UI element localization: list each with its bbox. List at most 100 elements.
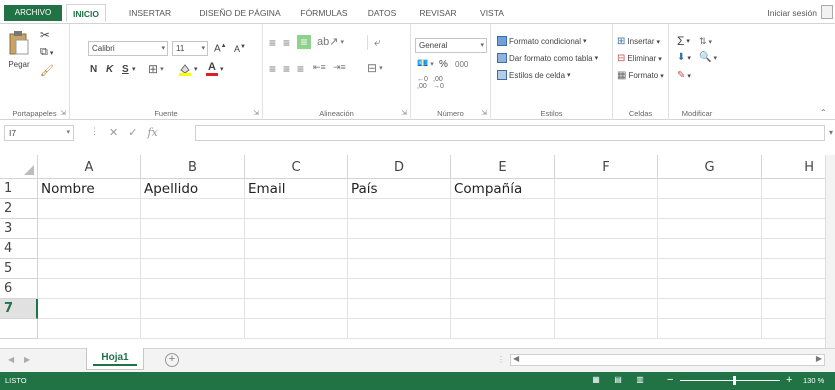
row-header-6[interactable]: 6: [0, 279, 38, 299]
format-as-table-button[interactable]: Dar formato como tabla ▾: [497, 53, 598, 63]
cell-a7[interactable]: [38, 299, 141, 319]
fill-button[interactable]: ⬇ ▾: [677, 52, 691, 63]
cell-e1[interactable]: Compañía: [451, 179, 555, 199]
cell-a8[interactable]: [38, 319, 141, 339]
column-header-f[interactable]: F: [555, 155, 658, 179]
cell-g4[interactable]: [658, 239, 762, 259]
cell-c6[interactable]: [245, 279, 348, 299]
sort-filter-button[interactable]: ⇅ ▾: [699, 36, 712, 47]
cell-d1[interactable]: País: [348, 179, 451, 199]
cell-e3[interactable]: [451, 219, 555, 239]
add-sheet-button[interactable]: +: [165, 353, 179, 367]
cell-b4[interactable]: [141, 239, 245, 259]
vertical-scrollbar[interactable]: [825, 155, 835, 348]
thousands-button[interactable]: 000: [455, 60, 468, 69]
cell-d5[interactable]: [348, 259, 451, 279]
cut-button[interactable]: ✂: [40, 28, 50, 42]
cell-c7[interactable]: [245, 299, 348, 319]
underline-button[interactable]: S: [122, 64, 129, 75]
column-header-g[interactable]: G: [658, 155, 762, 179]
cell-a6[interactable]: [38, 279, 141, 299]
tab-view[interactable]: VISTA: [472, 4, 512, 22]
percent-button[interactable]: %: [439, 59, 448, 70]
row-header-7[interactable]: 7: [0, 299, 38, 319]
zoom-in-button[interactable]: +: [786, 374, 792, 386]
sheet-tab-hoja1[interactable]: Hoja1: [86, 348, 144, 370]
insert-function-icon[interactable]: fx: [147, 126, 157, 139]
align-top-button[interactable]: ≡: [269, 36, 276, 50]
enter-icon[interactable]: ✓: [128, 126, 137, 139]
cell-e8[interactable]: [451, 319, 555, 339]
column-header-a[interactable]: A: [38, 155, 141, 179]
cell-f1[interactable]: [555, 179, 658, 199]
merge-center-button[interactable]: ⊟ ▾: [367, 61, 383, 75]
increase-decimal-button[interactable]: ←0,00: [417, 76, 428, 90]
formula-input[interactable]: [195, 125, 825, 141]
row-header-5[interactable]: 5: [0, 259, 38, 279]
tab-page-layout[interactable]: DISEÑO DE PÁGINA: [196, 4, 284, 22]
cell-c1[interactable]: Email: [245, 179, 348, 199]
row-header-2[interactable]: 2: [0, 199, 38, 219]
copy-button[interactable]: ⧉ ▾: [40, 46, 53, 59]
normal-view-icon[interactable]: ▦: [590, 375, 602, 386]
clear-button[interactable]: ✎ ▾: [677, 70, 691, 81]
alignment-launcher-icon[interactable]: ⇲: [401, 109, 407, 117]
cell-e5[interactable]: [451, 259, 555, 279]
cell-d8[interactable]: [348, 319, 451, 339]
cell-b3[interactable]: [141, 219, 245, 239]
tab-split-handle[interactable]: ⋮: [497, 355, 505, 364]
page-layout-view-icon[interactable]: ▤: [612, 375, 624, 386]
cell-f4[interactable]: [555, 239, 658, 259]
cell-e4[interactable]: [451, 239, 555, 259]
tab-file[interactable]: ARCHIVO: [4, 5, 62, 21]
zoom-out-button[interactable]: −: [667, 374, 673, 386]
insert-cells-button[interactable]: ⊞ Insertar ▾: [617, 36, 660, 47]
bold-button[interactable]: N: [90, 64, 97, 75]
page-break-view-icon[interactable]: ▥: [634, 375, 646, 386]
tab-review[interactable]: REVISAR: [414, 4, 462, 22]
align-left-button[interactable]: ≡: [269, 62, 276, 76]
grow-font-button[interactable]: A▲: [214, 43, 227, 54]
align-center-button[interactable]: ≡: [283, 62, 290, 76]
cell-b1[interactable]: Apellido: [141, 179, 245, 199]
decrease-decimal-button[interactable]: ,00 →0: [433, 76, 444, 90]
align-right-button[interactable]: ≡: [297, 62, 304, 76]
signin-link[interactable]: Iniciar sesión: [767, 8, 817, 18]
expand-formula-bar-icon[interactable]: ▾: [829, 128, 833, 137]
tab-home[interactable]: INICIO: [66, 4, 106, 22]
format-cells-button[interactable]: ▦ Formato ▾: [617, 70, 664, 81]
cell-g6[interactable]: [658, 279, 762, 299]
cell-d4[interactable]: [348, 239, 451, 259]
select-all-button[interactable]: [0, 155, 38, 179]
column-header-e[interactable]: E: [451, 155, 555, 179]
cell-b2[interactable]: [141, 199, 245, 219]
cell-b8[interactable]: [141, 319, 245, 339]
cell-g7[interactable]: [658, 299, 762, 319]
cell-a1[interactable]: Nombre: [38, 179, 141, 199]
column-header-c[interactable]: C: [245, 155, 348, 179]
cell-b5[interactable]: [141, 259, 245, 279]
find-select-button[interactable]: 🔍 ▾: [699, 52, 717, 63]
scroll-left-icon[interactable]: ◀: [513, 354, 519, 363]
accounting-format-button[interactable]: 💶 ▾: [417, 58, 434, 69]
scroll-right-icon[interactable]: ▶: [816, 354, 822, 363]
underline-dropdown[interactable]: ▾: [132, 65, 136, 73]
cell-c8[interactable]: [245, 319, 348, 339]
cell-a2[interactable]: [38, 199, 141, 219]
cell-g5[interactable]: [658, 259, 762, 279]
format-painter-button[interactable]: 🖌: [40, 64, 54, 77]
cell-c3[interactable]: [245, 219, 348, 239]
zoom-level[interactable]: 130 %: [803, 376, 824, 385]
shrink-font-button[interactable]: A▼: [234, 44, 246, 54]
cell-c4[interactable]: [245, 239, 348, 259]
align-bottom-button[interactable]: ≡: [297, 35, 311, 49]
cell-d6[interactable]: [348, 279, 451, 299]
user-avatar[interactable]: [821, 5, 833, 19]
number-launcher-icon[interactable]: ⇲: [481, 109, 487, 117]
zoom-slider-thumb[interactable]: [733, 376, 736, 385]
row-header-3[interactable]: 3: [0, 219, 38, 239]
wrap-text-button[interactable]: ⤶: [367, 35, 381, 50]
cell-f2[interactable]: [555, 199, 658, 219]
decrease-indent-button[interactable]: ⇤≡: [313, 62, 326, 73]
cell-g1[interactable]: [658, 179, 762, 199]
